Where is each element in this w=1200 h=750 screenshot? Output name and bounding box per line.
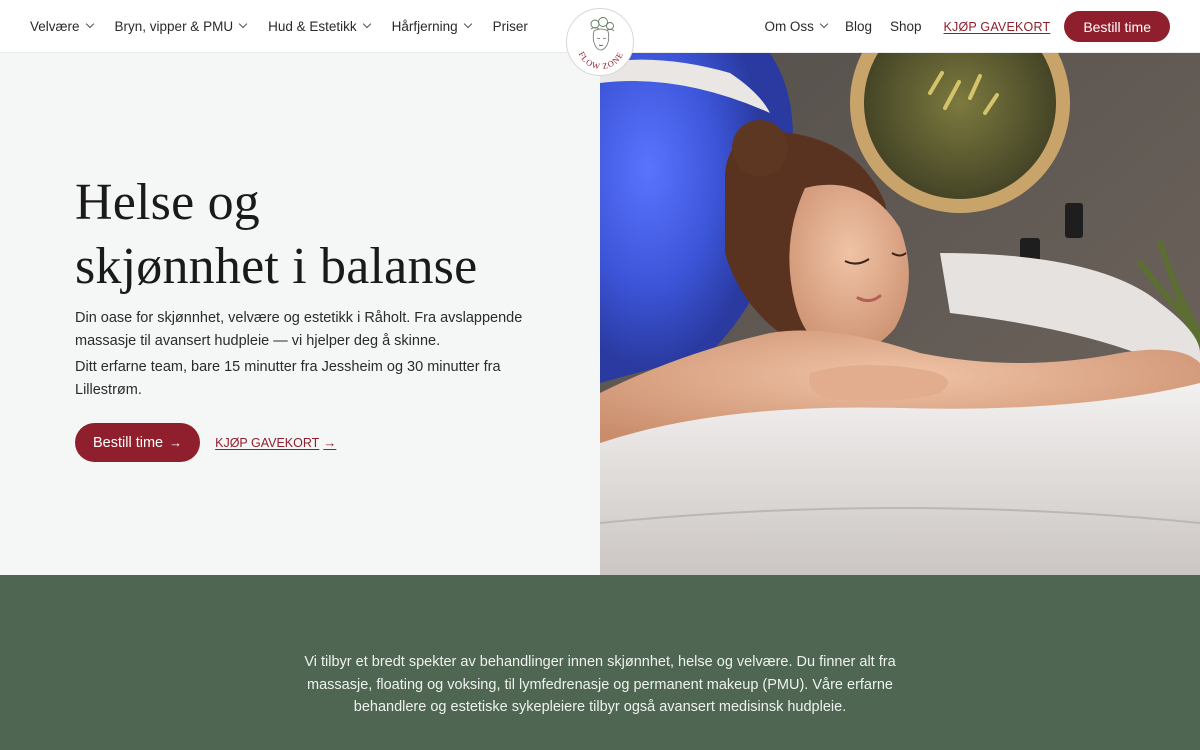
nav-book-button[interactable]: Bestill time xyxy=(1064,11,1170,42)
nav-item-label: Velvære xyxy=(30,19,80,34)
nav-item-label: Hårfjerning xyxy=(391,19,458,34)
hero-section: Helse og skjønnhet i balanse Din oase fo… xyxy=(0,53,600,575)
svg-text:FLOW ZONE: FLOW ZONE xyxy=(577,50,626,72)
hero-actions: Bestill time → KJØP GAVEKORT → xyxy=(75,423,336,462)
intro-text: Vi tilbyr et bredt spekter av behandling… xyxy=(304,654,896,715)
nav-gift-card-link[interactable]: KJØP GAVEKORT xyxy=(944,20,1051,34)
hero-description: Din oase for skjønnhet, velvære og estet… xyxy=(75,307,525,405)
nav-item-hud-estetikk[interactable]: Hud & Estetikk xyxy=(268,19,371,34)
chevron-down-icon xyxy=(819,19,829,29)
nav-item-label: Blog xyxy=(844,19,872,34)
nav-item-bryn-vipper-pmu[interactable]: Bryn, vipper & PMU xyxy=(114,19,248,34)
chevron-down-icon xyxy=(362,19,371,29)
secondary-menu: Om Oss Blog Shop KJØP GAVEKORT Bestill t… xyxy=(764,0,1170,53)
hero-paragraph-1: Din oase for skjønnhet, velvære og estet… xyxy=(75,310,523,349)
flow-zone-logo[interactable]: FLOW ZONE xyxy=(566,8,634,76)
nav-item-shop[interactable]: Shop xyxy=(890,19,922,34)
nav-item-blog[interactable]: Blog xyxy=(845,19,872,34)
main-menu: Velvære Bryn, vipper & PMU Hud & Estetik… xyxy=(30,0,528,53)
chevron-down-icon xyxy=(463,19,472,29)
chevron-down-icon xyxy=(85,19,94,29)
hero-photo-illustration xyxy=(600,53,1200,575)
arrow-right-icon: → xyxy=(169,435,183,450)
chevron-down-icon xyxy=(238,19,248,29)
hero-paragraph-2: Ditt erfarne team, bare 15 minutter fra … xyxy=(75,359,501,398)
nav-item-priser[interactable]: Priser xyxy=(493,19,528,34)
nav-item-label: Priser xyxy=(492,19,528,34)
nav-item-om-oss[interactable]: Om Oss xyxy=(764,19,829,34)
woman-relaxing-in-bathtub-photo xyxy=(600,53,1200,575)
nav-item-label: Shop xyxy=(889,19,922,34)
hero-title-line-1: Helse og xyxy=(75,174,260,231)
hero-book-button[interactable]: Bestill time → xyxy=(75,423,201,462)
hero-title: Helse og skjønnhet i balanse xyxy=(75,171,477,299)
arrow-right-icon: → xyxy=(323,435,337,450)
hero-gift-label: KJØP GAVEKORT xyxy=(215,435,320,450)
hero-title-line-2: skjønnhet i balanse xyxy=(75,238,478,295)
nav-item-label: Hud & Estetikk xyxy=(268,19,357,34)
nav-item-velvaere[interactable]: Velvære xyxy=(30,19,94,34)
nav-item-harfjerning[interactable]: Hårfjerning xyxy=(391,19,472,34)
nav-item-label: Om Oss xyxy=(764,19,814,34)
nav-item-label: Bryn, vipper & PMU xyxy=(114,19,234,34)
face-with-flowers-logo-icon: FLOW ZONE xyxy=(577,17,626,72)
intro-band: Vi tilbyr et bredt spekter av behandling… xyxy=(0,575,1200,750)
hero-book-label: Bestill time xyxy=(93,434,164,451)
hero-gift-card-link[interactable]: KJØP GAVEKORT → xyxy=(215,435,336,450)
logo-wordmark: FLOW ZONE xyxy=(577,50,625,72)
